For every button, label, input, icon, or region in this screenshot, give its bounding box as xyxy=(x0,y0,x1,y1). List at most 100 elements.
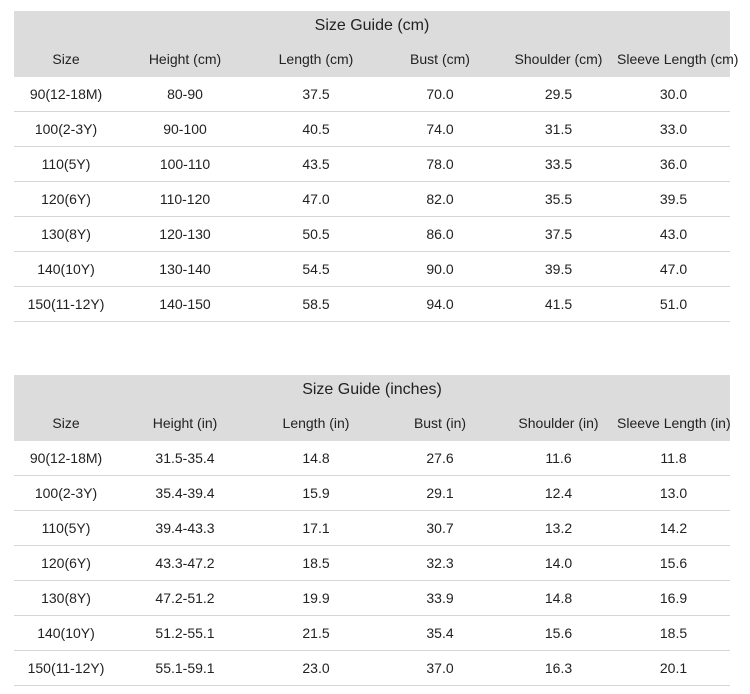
column-header: Size xyxy=(52,51,80,67)
table-cell: 16.3 xyxy=(544,660,573,676)
table-cell: 11.8 xyxy=(660,450,687,466)
table-cell: 13.2 xyxy=(544,520,573,536)
table-cell: 11.6 xyxy=(545,450,572,466)
column-header: Sleeve Length (cm) xyxy=(617,51,739,67)
table-cell: 70.0 xyxy=(426,86,454,102)
column-header: Length (cm) xyxy=(278,51,354,67)
column-header: Bust (in) xyxy=(413,415,467,431)
column-header: Height (cm) xyxy=(148,51,222,67)
table-cell: 14.0 xyxy=(544,555,573,571)
table-cell: 100-110 xyxy=(159,156,211,172)
table-cell: 47.2-51.2 xyxy=(155,590,215,606)
table-cell: 94.0 xyxy=(426,296,454,312)
table-cell: 43.0 xyxy=(659,226,688,242)
table-cell: 15.9 xyxy=(302,485,330,501)
table-cell: 130-140 xyxy=(159,261,211,277)
table-cell: 17.1 xyxy=(302,520,330,536)
table-cell: 23.0 xyxy=(302,660,330,676)
table-row: 90(12-18M) 80-90 37.5 70.0 29.5 30.0 xyxy=(14,77,730,112)
table-cell: 90.0 xyxy=(426,261,454,277)
table-cell: 140(10Y) xyxy=(37,625,95,641)
table-cell: 47.0 xyxy=(302,191,330,207)
table-cell: 150(11-12Y) xyxy=(27,660,105,676)
table-cell: 39.5 xyxy=(544,261,573,277)
table-cell: 47.0 xyxy=(659,261,688,277)
table-cell: 43.5 xyxy=(302,156,330,172)
table-cell: 50.5 xyxy=(302,226,330,242)
table-cell: 130(8Y) xyxy=(41,226,91,242)
table-row: 90(12-18M) 31.5-35.4 14.8 27.6 11.6 11.8 xyxy=(14,441,730,476)
table-row: 150(11-12Y) 140-150 58.5 94.0 41.5 51.0 xyxy=(14,287,730,322)
table-row: 120(6Y) 43.3-47.2 18.5 32.3 14.0 15.6 xyxy=(14,546,730,581)
table-cell: 90-100 xyxy=(163,121,207,137)
table-cell: 39.4-43.3 xyxy=(155,520,215,536)
table-cell: 15.6 xyxy=(659,555,688,571)
column-header: Shoulder (in) xyxy=(518,415,599,431)
size-guide-cm-table: Size Guide (cm) Size Height (cm) Length … xyxy=(14,11,739,322)
table-header: Size Guide (inches) Size Height (in) Len… xyxy=(14,375,731,441)
table-cell: 86.0 xyxy=(426,226,454,242)
table-cell: 55.1-59.1 xyxy=(155,660,215,676)
table-row: 110(5Y) 100-110 43.5 78.0 33.5 36.0 xyxy=(14,147,730,182)
table-row: 130(8Y) 47.2-51.2 19.9 33.9 14.8 16.9 xyxy=(14,581,730,616)
table-header: Size Guide (cm) Size Height (cm) Length … xyxy=(14,11,739,77)
table-row: 130(8Y) 120-130 50.5 86.0 37.5 43.0 xyxy=(14,217,730,252)
table-cell: 33.0 xyxy=(659,121,688,137)
table-cell: 130(8Y) xyxy=(41,590,91,606)
column-header: Height (in) xyxy=(152,415,218,431)
table-cell: 16.9 xyxy=(659,590,688,606)
table-cell: 20.1 xyxy=(659,660,688,676)
table-title: Size Guide (inches) xyxy=(302,381,442,398)
table-cell: 35.4 xyxy=(426,625,454,641)
table-cell: 31.5-35.4 xyxy=(155,450,215,466)
table-title: Size Guide (cm) xyxy=(314,17,430,34)
table-cell: 100(2-3Y) xyxy=(34,121,98,137)
table-cell: 140(10Y) xyxy=(37,261,95,277)
table-cell: 120(6Y) xyxy=(41,555,91,571)
column-header: Size xyxy=(52,415,80,431)
table-cell: 33.5 xyxy=(544,156,573,172)
table-cell: 33.9 xyxy=(426,590,454,606)
table-cell: 39.5 xyxy=(659,191,688,207)
table-cell: 110(5Y) xyxy=(41,520,91,536)
table-cell: 110(5Y) xyxy=(41,156,91,172)
table-cell: 15.6 xyxy=(544,625,573,641)
table-cell: 14.2 xyxy=(659,520,688,536)
table-cell: 35.5 xyxy=(544,191,573,207)
table-row: 110(5Y) 39.4-43.3 17.1 30.7 13.2 14.2 xyxy=(14,511,730,546)
table-cell: 29.5 xyxy=(544,86,573,102)
table-cell: 19.9 xyxy=(302,590,330,606)
table-cell: 36.0 xyxy=(659,156,688,172)
table-cell: 29.1 xyxy=(426,485,454,501)
table-cell: 27.6 xyxy=(426,450,454,466)
table-cell: 40.5 xyxy=(302,121,330,137)
table-cell: 58.5 xyxy=(302,296,330,312)
table-cell: 30.7 xyxy=(426,520,454,536)
table-cell: 14.8 xyxy=(302,450,330,466)
table-cell: 37.5 xyxy=(544,226,573,242)
table-cell: 37.0 xyxy=(426,660,454,676)
column-headers: Size Height (cm) Length (cm) Bust (cm) S… xyxy=(14,49,739,69)
table-cell: 54.5 xyxy=(302,261,330,277)
table-cell: 110-120 xyxy=(159,191,211,207)
table-cell: 78.0 xyxy=(426,156,454,172)
table-cell: 30.0 xyxy=(659,86,688,102)
table-cell: 13.0 xyxy=(659,485,688,501)
table-cell: 120-130 xyxy=(159,226,211,242)
table-cell: 12.4 xyxy=(544,485,573,501)
table-cell: 90(12-18M) xyxy=(29,86,103,102)
table-row: 150(11-12Y) 55.1-59.1 23.0 37.0 16.3 20.… xyxy=(14,651,730,686)
table-cell: 80-90 xyxy=(167,86,203,102)
table-cell: 150(11-12Y) xyxy=(27,296,105,312)
column-header: Length (in) xyxy=(282,415,350,431)
table-cell: 74.0 xyxy=(426,121,454,137)
table-cell: 51.0 xyxy=(659,296,688,312)
column-headers: Size Height (in) Length (in) Bust (in) S… xyxy=(14,413,730,433)
table-cell: 140-150 xyxy=(159,296,211,312)
table-row: 120(6Y) 110-120 47.0 82.0 35.5 39.5 xyxy=(14,182,730,217)
table-cell: 31.5 xyxy=(544,121,573,137)
table-cell: 90(12-18M) xyxy=(29,450,103,466)
table-cell: 43.3-47.2 xyxy=(155,555,215,571)
table-row: 100(2-3Y) 90-100 40.5 74.0 31.5 33.0 xyxy=(14,112,730,147)
column-header: Sleeve Length (in) xyxy=(617,415,731,431)
